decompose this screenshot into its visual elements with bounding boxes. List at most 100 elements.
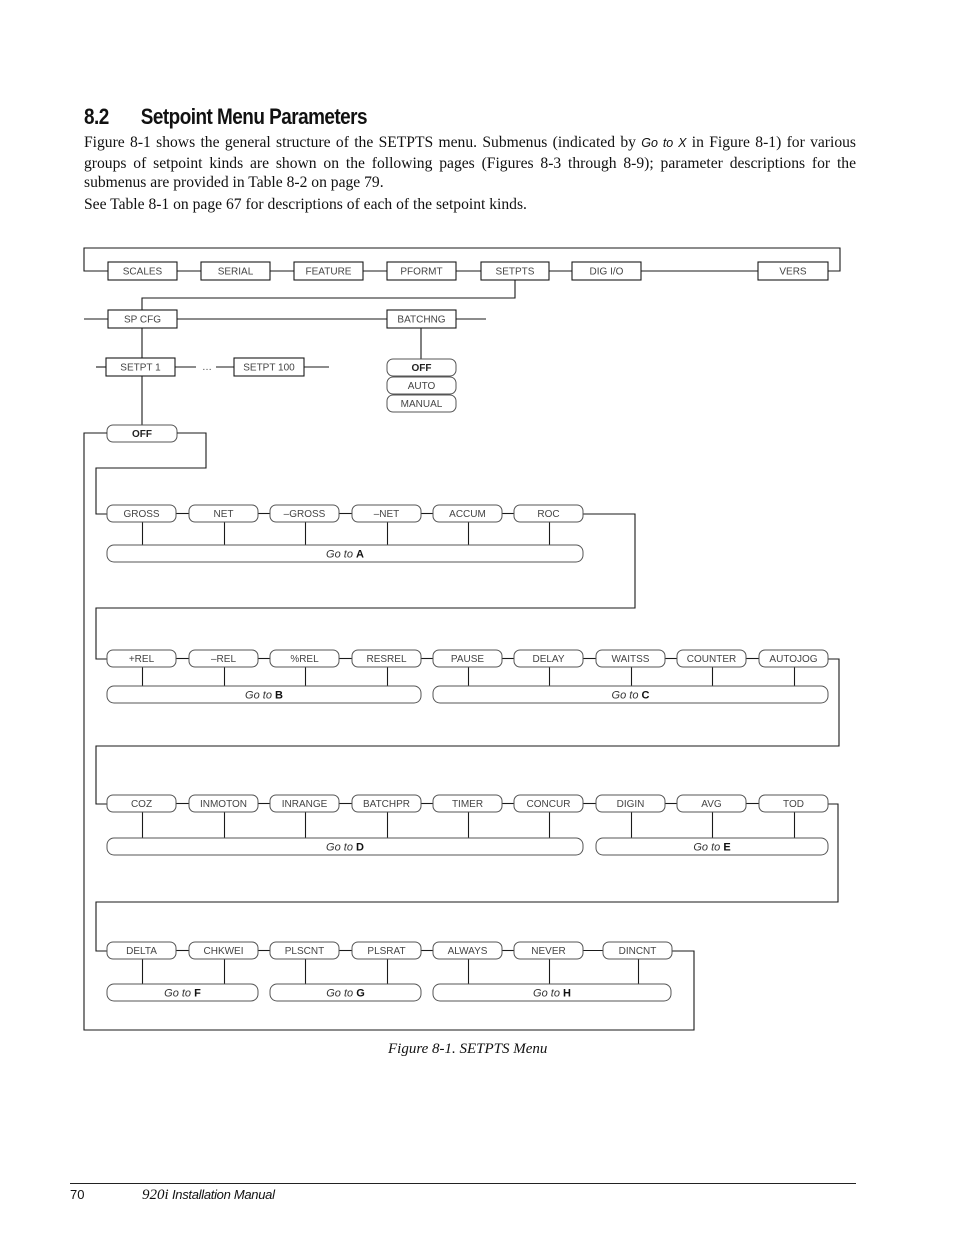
kind-node-waitss: WAITSS [595,649,666,668]
top-menu-loop-line [83,247,841,272]
kind-node-net: NET [188,504,259,523]
kind-node-avg: AVG [676,794,747,813]
goto-c-pill: Go to C [432,685,829,704]
kind-node-rel: +REL [106,649,177,668]
kind-node-roc: ROC [513,504,584,523]
kind-node-rel: %REL [269,649,340,668]
goto-letter: A [356,549,364,561]
kind-outer-loop-line [83,432,695,1031]
row1-to-row2-line [95,513,636,660]
menu-node-setpts: SETPTS [480,261,550,281]
menu-node-setpt-1: SETPT 1 [105,357,176,377]
goto-e-pill: Go to E [595,837,829,856]
menu-node-label: SETPT 1 [120,363,161,374]
goto-d-pill: Go to D [106,837,584,856]
kind-node-timer: TIMER [432,794,503,813]
option-node-label: BATCHPR [363,799,410,810]
goto-letter: H [563,988,571,1000]
option-node-label: CHKWEI [204,946,244,957]
goto-prefix: Go to [693,842,723,854]
option-node-label: DIGIN [617,799,645,810]
option-node-label: %REL [290,654,319,665]
kind-node-resrel: RESREL [351,649,422,668]
kind-node-plsrat: PLSRAT [351,941,422,960]
batching-option-auto: AUTO [386,376,457,395]
goto-letter: C [642,690,650,702]
kind-node-digin: DIGIN [595,794,666,813]
goto-label: Go to A [326,549,364,561]
option-node-label: ALWAYS [448,946,488,957]
goto-prefix: Go to [326,842,356,854]
option-node-label: INRANGE [282,799,328,810]
goto-b-pill: Go to B [106,685,422,704]
menu-node-feature: FEATURE [293,261,364,281]
menu-node-scales: SCALES [107,261,178,281]
kind-node-always: ALWAYS [432,941,503,960]
goto-letter: G [356,988,365,1000]
option-node-label: PLSCNT [285,946,324,957]
goto-prefix: Go to [245,690,275,702]
option-node-label: ROC [537,509,559,520]
menu-node-label: VERS [779,267,807,278]
option-node-label: –REL [211,654,236,665]
option-node-label: –NET [374,509,400,520]
option-node-label: COZ [131,799,152,810]
goto-label: Go to D [326,842,364,854]
option-node-label: MANUAL [401,399,443,410]
setpts-submenu-line [141,280,516,310]
page-footer: 70 920i Installation Manual [70,1187,275,1204]
option-node-label: AVG [701,799,722,810]
kind-node-net: –NET [351,504,422,523]
goto-prefix: Go to [612,690,642,702]
goto-label: Go to B [245,690,283,702]
option-node-label: PAUSE [451,654,484,665]
kind-node-rel: –REL [188,649,259,668]
goto-f-pill: Go to F [106,983,259,1002]
menu-node-pformt: PFORMT [386,261,457,281]
product-name: 920i [142,1187,169,1203]
menu-node-batchng: BATCHNG [386,309,457,329]
goto-g-pill: Go to G [269,983,422,1002]
menu-node-label: SETPTS [496,267,535,278]
option-node-label: +REL [129,654,155,665]
kind-node-batchpr: BATCHPR [351,794,422,813]
menu-node-setpt-100: SETPT 100 [233,357,305,377]
goto-label: Go to G [326,988,365,1000]
kind-node-inrange: INRANGE [269,794,340,813]
setpoint-ellipsis: … [202,362,212,373]
option-node-label: DELTA [126,946,157,957]
kind-node-tod: TOD [758,794,829,813]
kind-node-never: NEVER [513,941,584,960]
goto-prefix: Go to [326,549,356,561]
kind-node-plscnt: PLSCNT [269,941,340,960]
option-node-label: TOD [783,799,804,810]
option-node-label: WAITSS [612,654,650,665]
row3-to-row4-line [95,803,839,952]
goto-letter: E [723,842,730,854]
option-node-label: RESREL [366,654,406,665]
menu-node-label: PFORMT [400,267,442,278]
menu-node-label: SETPT 100 [243,363,295,374]
kind-node-pause: PAUSE [432,649,503,668]
goto-label: Go to F [164,988,201,1000]
option-node-label: NEVER [531,946,565,957]
kind-node-gross: –GROSS [269,504,340,523]
menu-node-serial: SERIAL [200,261,271,281]
option-node-label: OFF [412,363,432,374]
manual-title: Installation Manual [168,1187,275,1202]
kind-node-accum: ACCUM [432,504,503,523]
option-node-label: DINCNT [619,946,657,957]
kind-node-concur: CONCUR [513,794,584,813]
footer-rule [70,1183,856,1184]
menu-node-label: DIG I/O [590,267,624,278]
goto-label: Go to H [533,988,571,1000]
menu-node-label: BATCHNG [397,315,445,326]
option-node-label: AUTOJOG [769,654,817,665]
option-node-label: –GROSS [284,509,326,520]
kind-node-dincnt: DINCNT [602,941,673,960]
kind-node-delta: DELTA [106,941,177,960]
kind-node-coz: COZ [106,794,177,813]
option-node-label: TIMER [452,799,483,810]
option-node-label: NET [214,509,234,520]
goto-label: Go to C [612,690,650,702]
